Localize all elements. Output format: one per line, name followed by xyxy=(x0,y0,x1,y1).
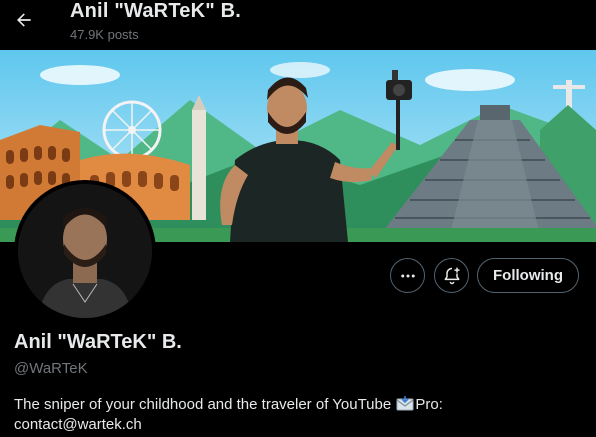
envelope-icon xyxy=(396,396,414,411)
profile-bio: The sniper of your childhood and the tra… xyxy=(14,395,584,435)
bio-contact: contact@wartek.ch xyxy=(14,416,142,433)
profile-avatar[interactable] xyxy=(14,180,156,322)
more-options-button[interactable] xyxy=(390,258,425,293)
bio-pro: Pro: xyxy=(415,396,443,413)
more-icon xyxy=(400,274,415,277)
top-bar: Anil "WaRTeK" B. 47.9K posts xyxy=(0,0,596,50)
bio-text: The sniper of your childhood and the tra… xyxy=(14,396,396,413)
profile-handle: @WaRTeK xyxy=(14,360,88,377)
posts-count: 47.9K posts xyxy=(70,27,139,42)
following-button[interactable]: Following xyxy=(477,258,579,293)
notifications-button[interactable] xyxy=(434,258,469,293)
header-title: Anil "WaRTeK" B. xyxy=(70,0,242,22)
bell-plus-icon xyxy=(444,267,459,284)
profile-name: Anil "WaRTeK" B. xyxy=(14,331,182,353)
back-arrow-icon[interactable] xyxy=(10,6,38,34)
